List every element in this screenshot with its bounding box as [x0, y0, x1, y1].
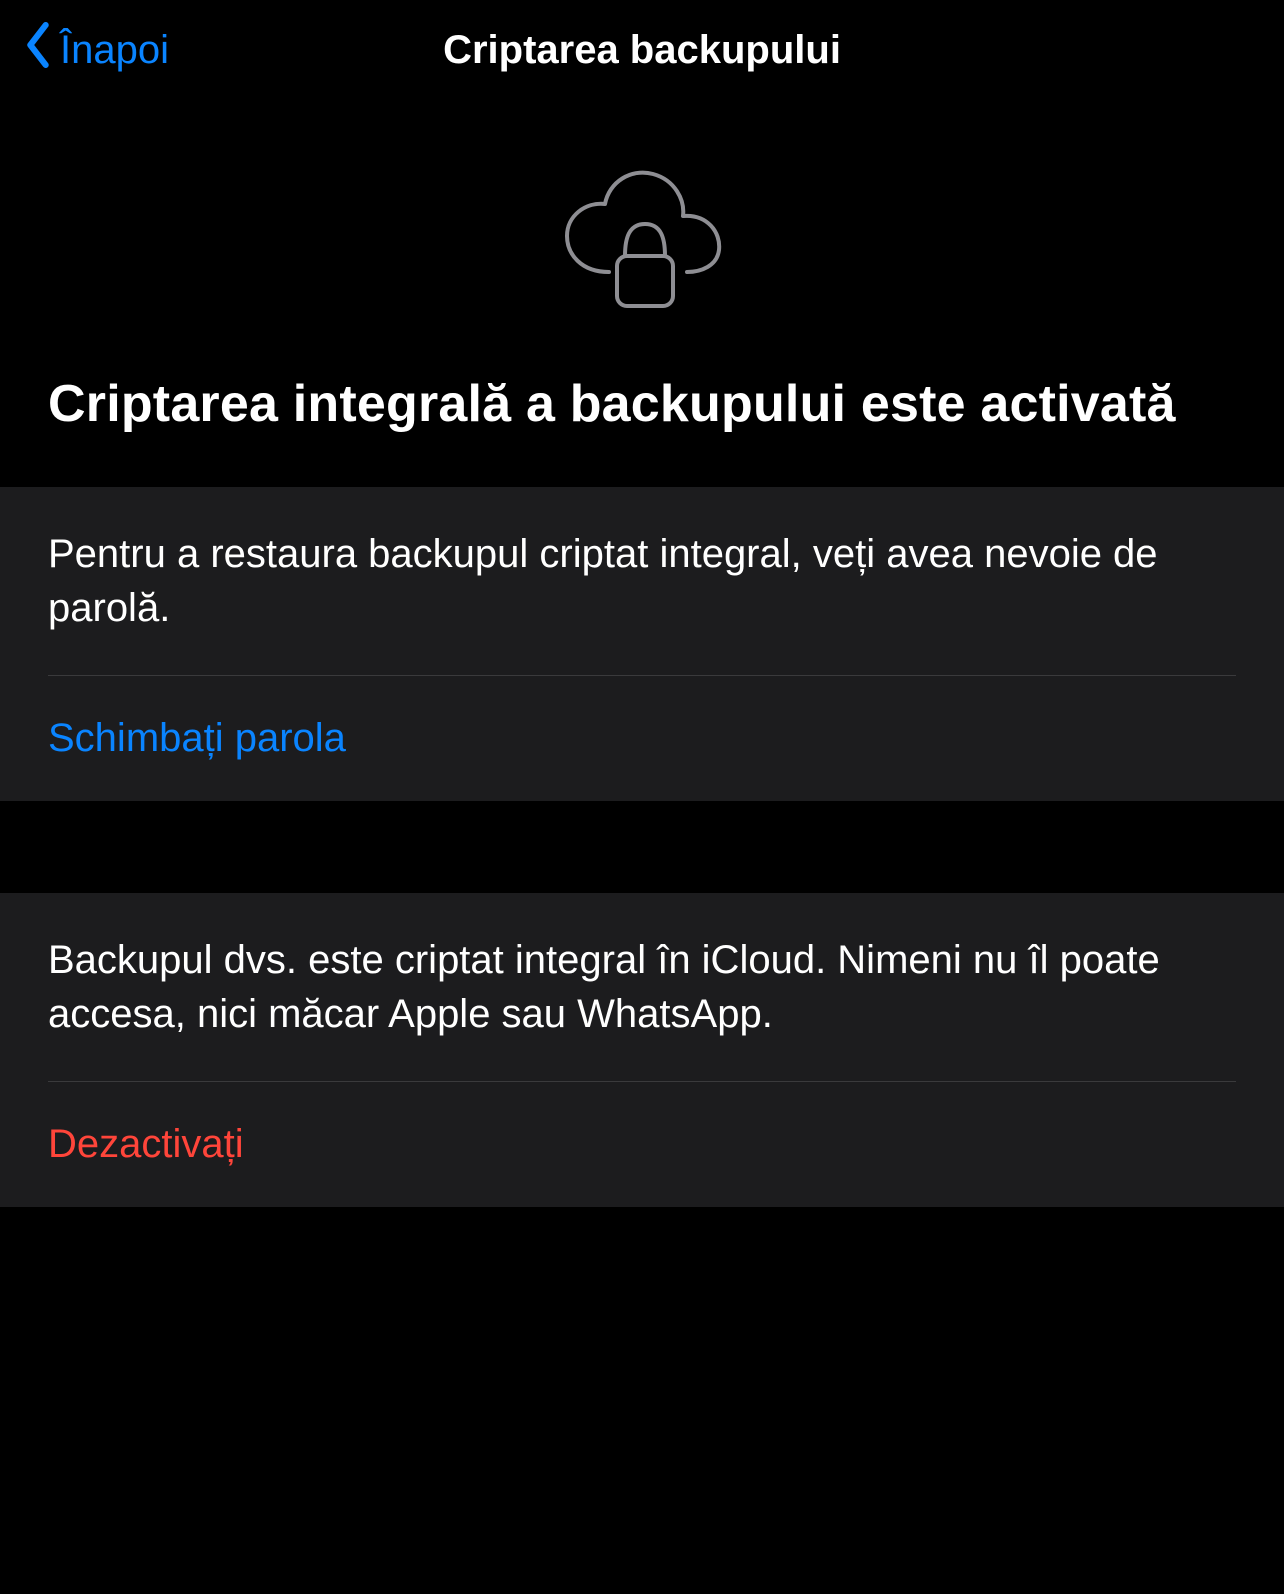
- page-title: Criptarea backupului: [443, 28, 841, 73]
- deactivate-link[interactable]: Dezactivați: [48, 1122, 1236, 1167]
- back-label: Înapoi: [60, 28, 169, 73]
- change-password-link[interactable]: Schimbați parola: [48, 716, 1236, 761]
- icloud-info-row: Backupul dvs. este criptat integral în i…: [48, 893, 1236, 1082]
- change-password-row[interactable]: Schimbați parola: [48, 676, 1236, 801]
- group-spacer: [0, 801, 1284, 893]
- deactivate-row[interactable]: Dezactivați: [48, 1082, 1236, 1207]
- back-button[interactable]: Înapoi: [24, 22, 169, 78]
- hero-heading: Criptarea integrală a backupului este ac…: [48, 375, 1176, 435]
- hero-section: Criptarea integrală a backupului este ac…: [0, 100, 1284, 487]
- chevron-left-icon: [24, 22, 52, 78]
- restore-info-text: Pentru a restaura backupul criptat integ…: [48, 527, 1236, 635]
- settings-group-password: Pentru a restaura backupul criptat integ…: [0, 487, 1284, 801]
- restore-info-row: Pentru a restaura backupul criptat integ…: [48, 487, 1236, 676]
- icloud-info-text: Backupul dvs. este criptat integral în i…: [48, 933, 1236, 1041]
- cloud-lock-icon: [551, 164, 733, 319]
- navbar: Înapoi Criptarea backupului: [0, 0, 1284, 100]
- settings-group-deactivate: Backupul dvs. este criptat integral în i…: [0, 893, 1284, 1207]
